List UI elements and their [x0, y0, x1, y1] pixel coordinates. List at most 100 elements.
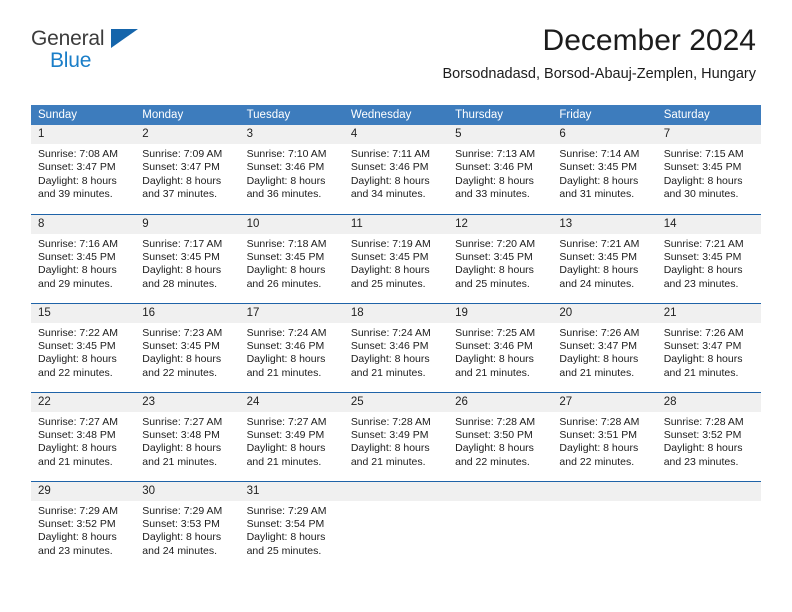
daylight-text-line2: and 26 minutes.: [246, 277, 322, 290]
day-cell[interactable]: 1 Sunrise: 7:08 AM Sunset: 3:47 PM Dayli…: [31, 125, 136, 214]
sunrise-text: Sunrise: 7:24 AM: [246, 326, 327, 339]
day-cell[interactable]: 23 Sunrise: 7:27 AM Sunset: 3:48 PM Dayl…: [135, 391, 240, 481]
day-cell[interactable]: 5 Sunrise: 7:13 AM Sunset: 3:46 PM Dayli…: [448, 125, 553, 214]
daylight-text-line2: and 25 minutes.: [350, 277, 426, 290]
day-cell[interactable]: 14 Sunrise: 7:21 AM Sunset: 3:45 PM Dayl…: [656, 213, 761, 303]
day-cell[interactable]: 8 Sunrise: 7:16 AM Sunset: 3:45 PM Dayli…: [31, 213, 136, 303]
day-cell-empty: [656, 480, 761, 570]
daylight-text-line2: and 21 minutes.: [559, 366, 635, 379]
daylight-text-line2: and 30 minutes.: [663, 188, 739, 201]
day-cell[interactable]: 18 Sunrise: 7:24 AM Sunset: 3:46 PM Dayl…: [343, 302, 449, 392]
sunset-text: Sunset: 3:50 PM: [455, 428, 533, 441]
daylight-text-line2: and 34 minutes.: [350, 188, 426, 201]
day-info: Sunrise: 7:24 AM Sunset: 3:46 PM Dayligh…: [240, 323, 344, 381]
day-cell[interactable]: 16 Sunrise: 7:23 AM Sunset: 3:45 PM Dayl…: [135, 302, 240, 392]
weekday-header-tuesday: Tuesday: [239, 105, 344, 125]
day-cell[interactable]: 25 Sunrise: 7:28 AM Sunset: 3:49 PM Dayl…: [343, 391, 449, 481]
day-cell[interactable]: 22 Sunrise: 7:27 AM Sunset: 3:48 PM Dayl…: [31, 391, 136, 481]
day-cell[interactable]: 6 Sunrise: 7:14 AM Sunset: 3:45 PM Dayli…: [552, 125, 657, 214]
sunrise-text: Sunrise: 7:27 AM: [38, 415, 118, 428]
daylight-text-line1: Daylight: 8 hours: [246, 264, 326, 277]
day-cell[interactable]: 24 Sunrise: 7:27 AM Sunset: 3:49 PM Dayl…: [239, 391, 344, 481]
page-title: December 2024: [542, 24, 756, 57]
weekday-header-saturday: Saturday: [656, 105, 761, 125]
day-number: [656, 481, 761, 501]
day-cell[interactable]: 2 Sunrise: 7:09 AM Sunset: 3:47 PM Dayli…: [135, 125, 240, 214]
sunrise-text: Sunrise: 7:29 AM: [246, 504, 327, 517]
day-cell-empty: [552, 480, 657, 570]
sunset-text: Sunset: 3:47 PM: [142, 161, 220, 174]
sunrise-text: Sunrise: 7:28 AM: [663, 415, 744, 428]
day-number: [448, 481, 553, 501]
day-cell[interactable]: 7 Sunrise: 7:15 AM Sunset: 3:45 PM Dayli…: [656, 125, 761, 214]
daylight-text-line1: Daylight: 8 hours: [38, 264, 117, 277]
sunrise-text: Sunrise: 7:29 AM: [38, 504, 118, 517]
day-info: Sunrise: 7:18 AM Sunset: 3:45 PM Dayligh…: [240, 234, 344, 292]
day-cell[interactable]: 30 Sunrise: 7:29 AM Sunset: 3:53 PM Dayl…: [135, 480, 240, 570]
day-cell-empty: [343, 480, 449, 570]
day-cell[interactable]: 11 Sunrise: 7:19 AM Sunset: 3:45 PM Dayl…: [343, 213, 449, 303]
daylight-text-line1: Daylight: 8 hours: [455, 174, 534, 187]
day-info: Sunrise: 7:27 AM Sunset: 3:48 PM Dayligh…: [31, 412, 135, 470]
day-info: Sunrise: 7:28 AM Sunset: 3:52 PM Dayligh…: [657, 412, 761, 470]
day-cell[interactable]: 28 Sunrise: 7:28 AM Sunset: 3:52 PM Dayl…: [656, 391, 761, 481]
sunset-text: Sunset: 3:45 PM: [455, 250, 533, 263]
daylight-text-line2: and 28 minutes.: [142, 277, 217, 290]
day-info: Sunrise: 7:17 AM Sunset: 3:45 PM Dayligh…: [135, 234, 239, 292]
daylight-text-line2: and 23 minutes.: [663, 455, 739, 468]
daylight-text-line2: and 21 minutes.: [246, 366, 322, 379]
daylight-text-line1: Daylight: 8 hours: [455, 264, 534, 277]
day-number: 8: [31, 214, 136, 234]
calendar-grid: Sunday Monday Tuesday Wednesday Thursday…: [31, 105, 761, 570]
daylight-text-line1: Daylight: 8 hours: [38, 442, 117, 455]
daylight-text-line2: and 36 minutes.: [246, 188, 322, 201]
day-cell[interactable]: 31 Sunrise: 7:29 AM Sunset: 3:54 PM Dayl…: [239, 480, 344, 570]
day-cell[interactable]: 21 Sunrise: 7:26 AM Sunset: 3:47 PM Dayl…: [656, 302, 761, 392]
day-info: Sunrise: 7:29 AM Sunset: 3:54 PM Dayligh…: [240, 501, 344, 559]
daylight-text-line2: and 37 minutes.: [142, 188, 217, 201]
day-number: 14: [656, 214, 761, 234]
sunset-text: Sunset: 3:46 PM: [350, 339, 429, 352]
daylight-text-line2: and 21 minutes.: [38, 455, 113, 468]
day-cell[interactable]: 27 Sunrise: 7:28 AM Sunset: 3:51 PM Dayl…: [552, 391, 657, 481]
sunrise-text: Sunrise: 7:23 AM: [142, 326, 223, 339]
sunrise-text: Sunrise: 7:21 AM: [663, 237, 744, 250]
day-number: 9: [135, 214, 240, 234]
sunset-text: Sunset: 3:45 PM: [246, 250, 325, 263]
daylight-text-line2: and 23 minutes.: [38, 544, 113, 557]
day-cell[interactable]: 4 Sunrise: 7:11 AM Sunset: 3:46 PM Dayli…: [343, 125, 449, 214]
brand-logo[interactable]: General Blue: [31, 28, 211, 76]
day-cell[interactable]: 3 Sunrise: 7:10 AM Sunset: 3:46 PM Dayli…: [239, 125, 344, 214]
daylight-text-line2: and 39 minutes.: [38, 188, 113, 201]
day-cell[interactable]: 12 Sunrise: 7:20 AM Sunset: 3:45 PM Dayl…: [448, 213, 553, 303]
day-info: Sunrise: 7:21 AM Sunset: 3:45 PM Dayligh…: [552, 234, 656, 292]
triangle-logo-icon: [111, 29, 138, 48]
day-info: Sunrise: 7:20 AM Sunset: 3:45 PM Dayligh…: [448, 234, 552, 292]
day-cell[interactable]: 13 Sunrise: 7:21 AM Sunset: 3:45 PM Dayl…: [552, 213, 657, 303]
daylight-text-line1: Daylight: 8 hours: [350, 264, 430, 277]
day-cell[interactable]: 17 Sunrise: 7:24 AM Sunset: 3:46 PM Dayl…: [239, 302, 344, 392]
day-cell[interactable]: 9 Sunrise: 7:17 AM Sunset: 3:45 PM Dayli…: [135, 213, 240, 303]
day-info: Sunrise: 7:10 AM Sunset: 3:46 PM Dayligh…: [240, 144, 344, 202]
sunset-text: Sunset: 3:47 PM: [663, 339, 742, 352]
day-cell[interactable]: 29 Sunrise: 7:29 AM Sunset: 3:52 PM Dayl…: [31, 480, 136, 570]
day-cell[interactable]: 26 Sunrise: 7:28 AM Sunset: 3:50 PM Dayl…: [448, 391, 553, 481]
day-number: 3: [239, 125, 344, 144]
day-number: [552, 481, 657, 501]
daylight-text-line1: Daylight: 8 hours: [246, 353, 326, 366]
daylight-text-line2: and 21 minutes.: [455, 366, 530, 379]
day-info: Sunrise: 7:13 AM Sunset: 3:46 PM Dayligh…: [448, 144, 552, 202]
day-cell[interactable]: 15 Sunrise: 7:22 AM Sunset: 3:45 PM Dayl…: [31, 302, 136, 392]
daylight-text-line2: and 24 minutes.: [142, 544, 217, 557]
daylight-text-line2: and 22 minutes.: [455, 455, 530, 468]
day-cell[interactable]: 19 Sunrise: 7:25 AM Sunset: 3:46 PM Dayl…: [448, 302, 553, 392]
day-cell[interactable]: 10 Sunrise: 7:18 AM Sunset: 3:45 PM Dayl…: [239, 213, 344, 303]
day-number: 19: [448, 303, 553, 323]
daylight-text-line1: Daylight: 8 hours: [142, 174, 222, 187]
day-cell[interactable]: 20 Sunrise: 7:26 AM Sunset: 3:47 PM Dayl…: [552, 302, 657, 392]
daylight-text-line1: Daylight: 8 hours: [350, 353, 430, 366]
weekday-header-monday: Monday: [135, 105, 240, 125]
day-info: Sunrise: 7:27 AM Sunset: 3:49 PM Dayligh…: [240, 412, 344, 470]
daylight-text-line2: and 25 minutes.: [455, 277, 530, 290]
daylight-text-line1: Daylight: 8 hours: [559, 264, 639, 277]
